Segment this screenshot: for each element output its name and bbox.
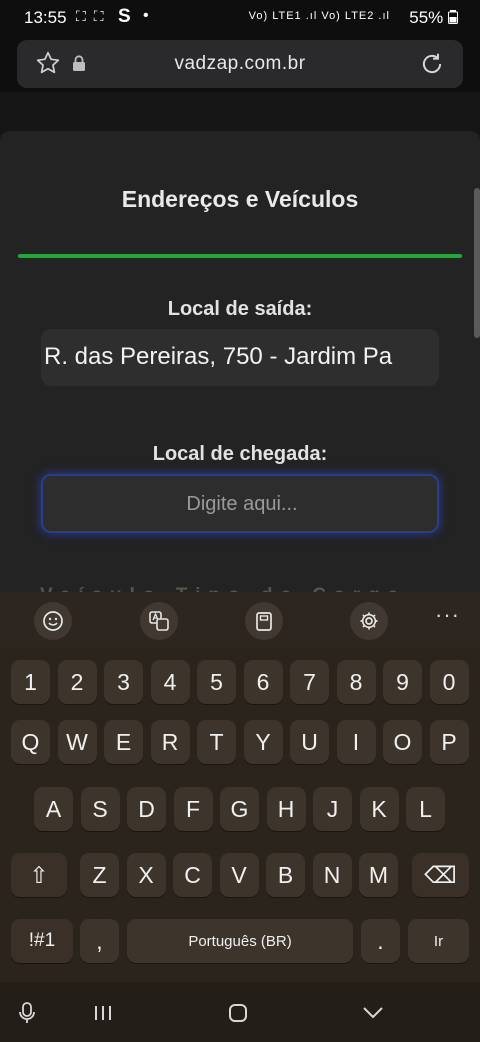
key-e[interactable]: E [104,720,143,764]
key-z[interactable]: Z [80,853,119,897]
home-button[interactable] [223,998,253,1028]
gear-icon [360,612,378,630]
network-signal-icons: Vo) LTE1 .ıl Vo) LTE2 .ıl [248,10,390,22]
notification-dot-icon: • [143,7,149,24]
microphone-icon [19,1002,35,1023]
backspace-key[interactable]: ⌫ [412,853,469,897]
voice-input-button[interactable] [12,998,42,1028]
keyboard-toolbar: ··· [0,592,480,648]
key-x[interactable]: X [126,853,166,897]
key-y[interactable]: Y [243,720,283,764]
key-t[interactable]: T [197,720,236,764]
key-7[interactable]: 7 [290,660,329,704]
recent-apps-icon [95,1006,111,1020]
key-2[interactable]: 2 [57,660,97,704]
screenshot-notification-icons: ⛶ ⛶ [76,8,106,24]
key-p[interactable]: P [429,720,469,764]
home-icon [229,1004,247,1022]
url-text[interactable]: vadzap.com.br [17,53,463,75]
key-s[interactable]: S [80,787,120,831]
key-d[interactable]: D [127,787,166,831]
key-v[interactable]: V [219,853,259,897]
comma-key[interactable]: , [80,919,119,963]
recent-apps-button[interactable] [88,998,118,1028]
key-c[interactable]: C [173,853,212,897]
s-app-icon: S [118,6,131,27]
key-i[interactable]: I [336,720,376,764]
emoji-button[interactable] [34,602,72,640]
key-1[interactable]: 1 [11,660,50,704]
status-time: 13:55 [24,8,67,27]
key-3[interactable]: 3 [104,660,143,704]
key-k[interactable]: K [359,787,399,831]
key-g[interactable]: G [220,787,259,831]
key-u[interactable]: U [290,720,329,764]
progress-divider [18,254,462,258]
key-h[interactable]: H [266,787,306,831]
key-q[interactable]: Q [11,720,50,764]
keyboard-settings-button[interactable] [350,602,388,640]
chevron-down-icon [363,1007,383,1019]
key-9[interactable]: 9 [383,660,422,704]
key-r[interactable]: R [150,720,190,764]
hide-keyboard-button[interactable] [358,998,388,1028]
key-j[interactable]: J [313,787,352,831]
destination-label: Local de chegada: [152,443,328,465]
clipboard-button[interactable] [245,602,283,640]
translate-icon [149,611,169,631]
key-5[interactable]: 5 [197,660,236,704]
clipboard-icon [256,612,272,631]
status-bar: 13:55 ⛶ ⛶ S • Vo) LTE1 .ıl Vo) LTE2 .ıl … [0,0,480,36]
origin-field[interactable]: R. das Pereiras, 750 - Jardim Pa [41,329,439,386]
key-n[interactable]: N [312,853,352,897]
key-m[interactable]: M [359,853,398,897]
key-o[interactable]: O [383,720,422,764]
period-key[interactable]: . [361,919,400,963]
system-navigation-bar [0,982,480,1042]
browser-address-bar[interactable]: vadzap.com.br [17,40,463,88]
emoji-icon [43,611,63,631]
key-a[interactable]: A [34,787,73,831]
go-key[interactable]: Ir [408,919,469,963]
reload-icon[interactable] [419,51,445,77]
space-key[interactable]: Português (BR) [127,919,353,963]
origin-label: Local de saída: [167,298,313,320]
origin-value: R. das Pereiras, 750 - Jardim Pa [44,343,393,370]
more-options-button[interactable]: ··· [435,602,460,628]
shift-key[interactable]: ⇧ [11,853,67,897]
key-0[interactable]: 0 [429,660,469,704]
destination-input[interactable] [43,476,437,531]
battery-icon [448,10,458,24]
symbols-key[interactable]: !#1 [11,919,73,963]
key-6[interactable]: 6 [243,660,283,704]
key-w[interactable]: W [57,720,97,764]
battery-percent: 55% [409,8,444,27]
key-4[interactable]: 4 [150,660,190,704]
battery-indicator: 55% [409,8,458,28]
key-l[interactable]: L [406,787,445,831]
onscreen-keyboard: ··· 1234567890 QWERTYUIOP ASDFGHJKL ZXCVBNM… [0,592,480,982]
destination-field[interactable] [41,474,439,533]
key-b[interactable]: B [266,853,305,897]
page-title: Endereços e Veículos [121,186,359,212]
key-8[interactable]: 8 [336,660,376,704]
translate-button[interactable] [140,602,178,640]
key-f[interactable]: F [173,787,213,831]
